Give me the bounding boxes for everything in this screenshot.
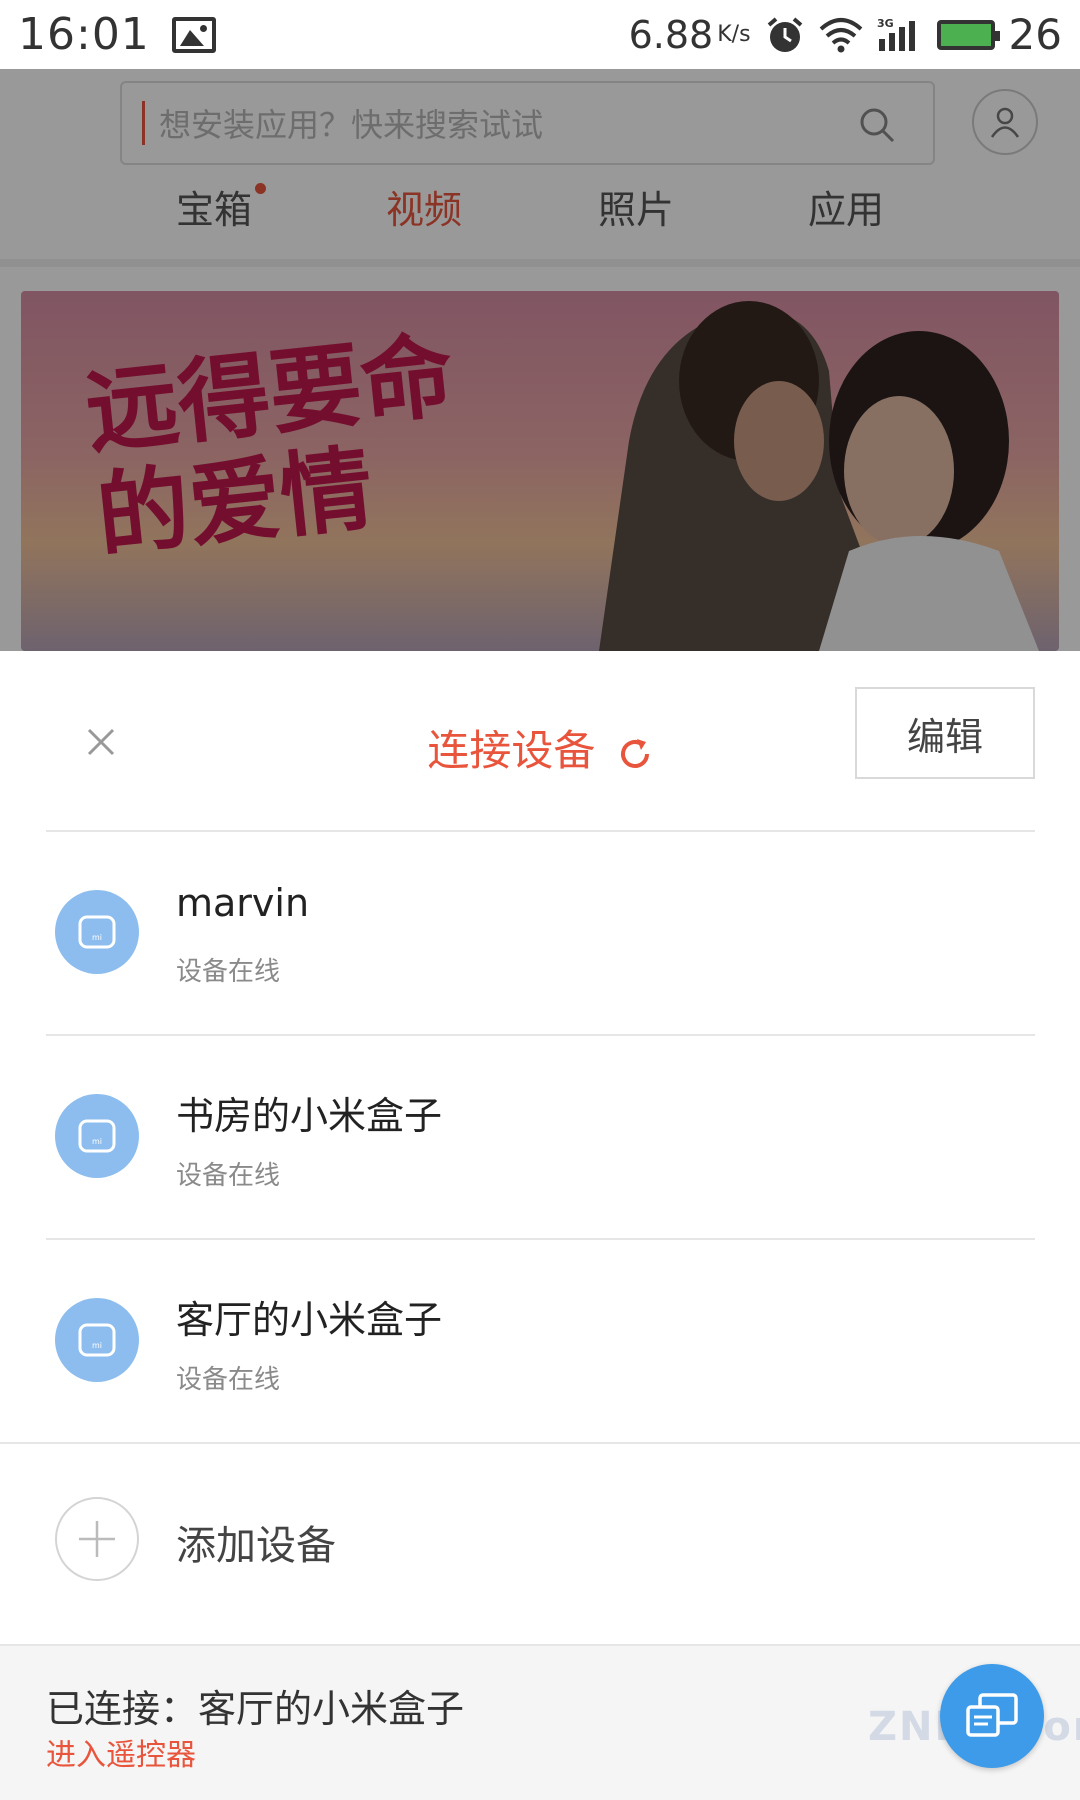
net-speed: 6.88 — [628, 12, 714, 57]
battery-level: 26 — [1008, 10, 1062, 59]
battery-icon — [936, 19, 1000, 50]
mi-box-icon: mi — [55, 890, 139, 974]
plus-icon — [55, 1497, 139, 1581]
device-status: 设备在线 — [176, 957, 281, 987]
add-device-row[interactable]: 添加设备 — [0, 1441, 1080, 1631]
mi-box-icon: mi — [55, 1298, 139, 1382]
device-row[interactable]: mi 书房的小米盒子 设备在线 — [0, 1035, 1080, 1238]
device-row[interactable]: mi marvin 设备在线 — [0, 831, 1080, 1034]
dim-overlay[interactable] — [0, 69, 1080, 651]
edit-button[interactable]: 编辑 — [855, 687, 1035, 779]
mi-box-icon: mi — [55, 1094, 139, 1178]
add-device-label: 添加设备 — [176, 1523, 336, 1569]
connected-status: 已连接：客厅的小米盒子 — [46, 1687, 465, 1731]
status-bar: 16:01 6.88 K/s 3G 26 — [0, 0, 1080, 69]
device-name: 客厅的小米盒子 — [176, 1298, 443, 1342]
status-right: 6.88 K/s 3G 26 — [629, 10, 1062, 59]
signal-icon: 3G — [877, 17, 915, 51]
svg-text:mi: mi — [92, 933, 102, 942]
svg-text:3G: 3G — [877, 17, 894, 30]
image-notification-icon — [171, 16, 216, 53]
net-speed-unit: K/s — [717, 22, 751, 47]
remote-screen-icon — [966, 1693, 1018, 1737]
svg-text:mi: mi — [92, 1341, 102, 1350]
device-name: 书房的小米盒子 — [176, 1094, 443, 1138]
alarm-icon — [767, 16, 802, 52]
svg-text:mi: mi — [92, 1137, 102, 1146]
connect-device-sheet: 连接设备 编辑 mi marvin 设备在线 mi 书房的小米盒子 设备在线 m… — [0, 651, 1080, 1800]
device-name: marvin — [176, 881, 310, 925]
status-time: 16:01 — [18, 9, 150, 60]
connection-bar: 已连接：客厅的小米盒子 进入遥控器 ZNDS.com — [0, 1644, 1080, 1800]
enter-remote-link[interactable]: 进入遥控器 — [46, 1730, 196, 1774]
refresh-icon[interactable] — [617, 736, 653, 772]
device-status: 设备在线 — [176, 1365, 281, 1395]
sheet-title-text: 连接设备 — [427, 726, 596, 775]
wifi-icon — [819, 17, 862, 52]
device-row[interactable]: mi 客厅的小米盒子 设备在线 — [0, 1239, 1080, 1442]
device-status: 设备在线 — [176, 1161, 281, 1191]
remote-fab-button[interactable] — [940, 1664, 1044, 1768]
